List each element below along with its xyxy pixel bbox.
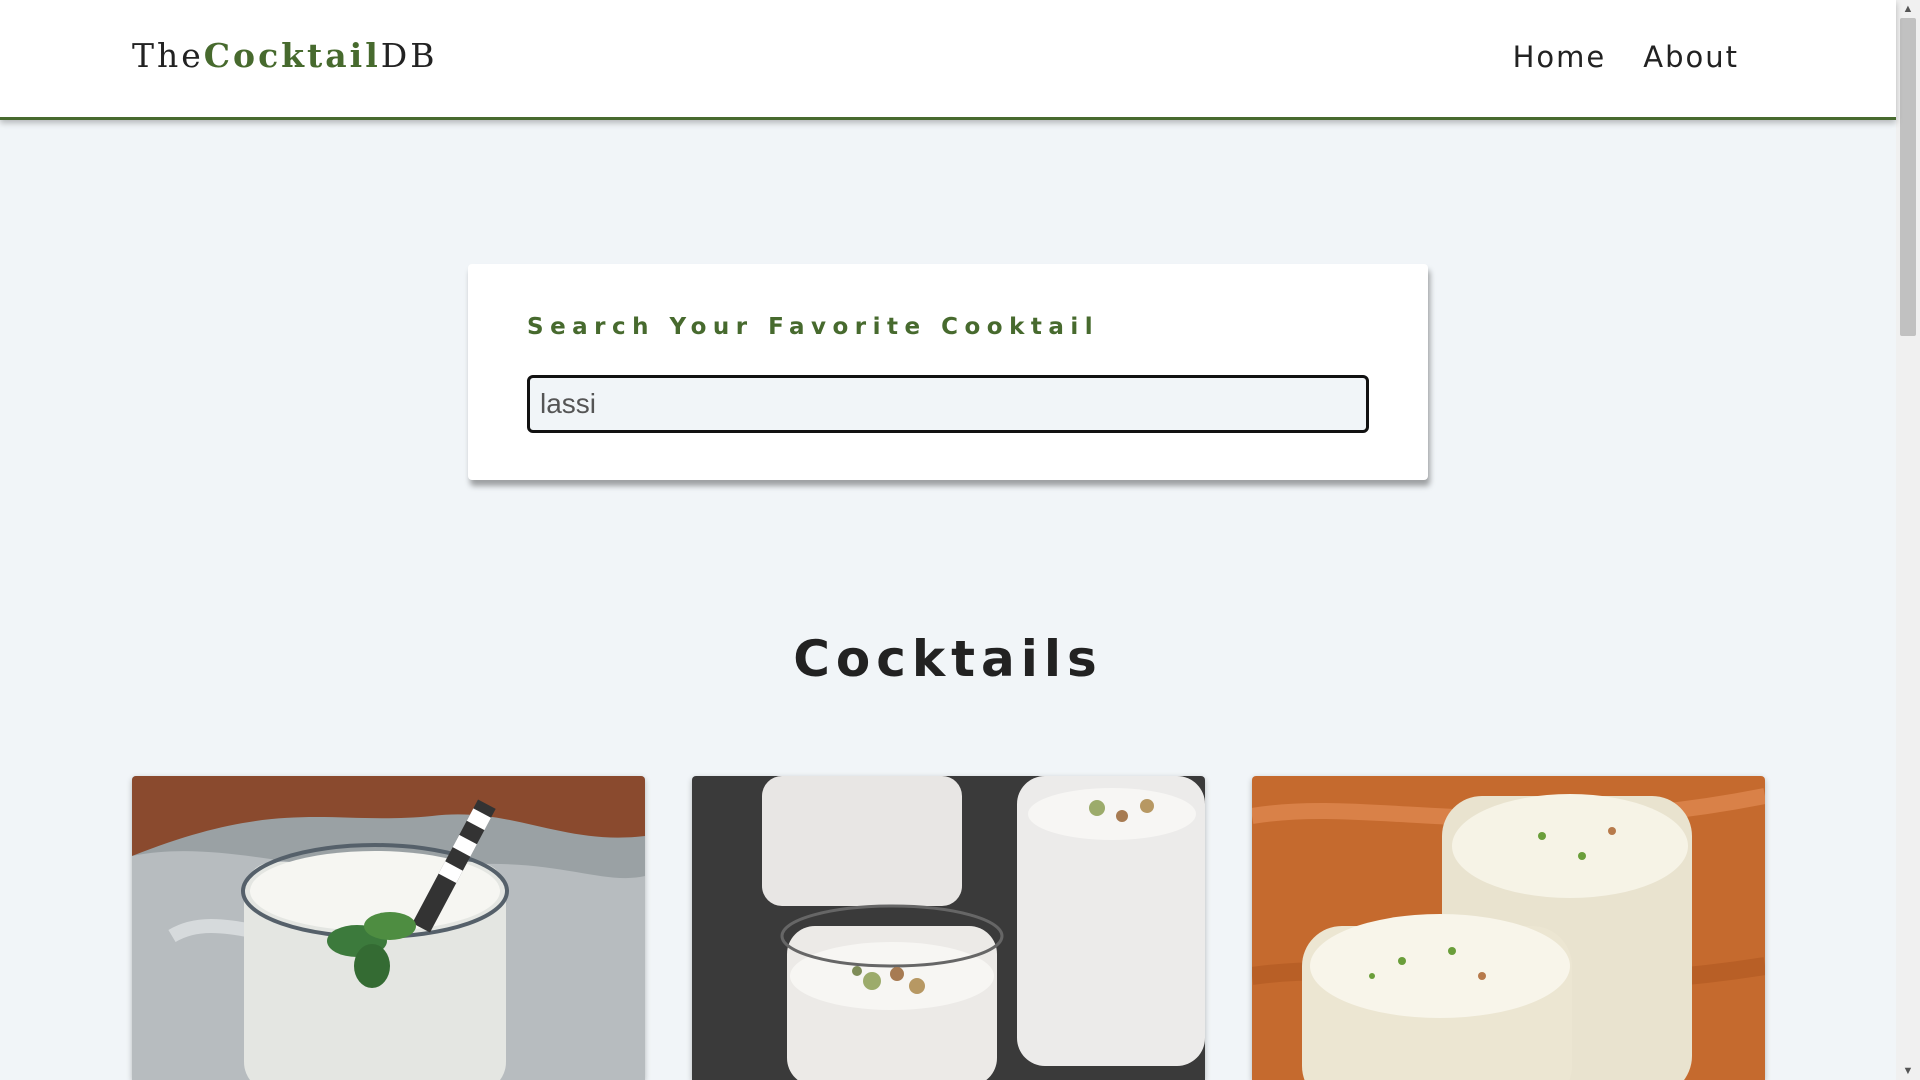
cocktail-card[interactable] — [1252, 776, 1765, 1080]
cocktail-card[interactable] — [132, 776, 645, 1080]
cocktail-image — [132, 776, 645, 1080]
logo-prefix: The — [132, 36, 204, 75]
vertical-scrollbar[interactable]: ▲ ▼ — [1896, 0, 1920, 1080]
nav-links: Home About — [1513, 40, 1739, 74]
nav-link-home[interactable]: Home — [1513, 40, 1607, 74]
scrollbar-thumb[interactable] — [1900, 18, 1916, 336]
search-form: Search Your Favorite Cooktail — [468, 264, 1428, 480]
cocktail-image — [692, 776, 1205, 1080]
cocktail-card[interactable] — [692, 776, 1205, 1080]
search-input[interactable] — [527, 375, 1369, 433]
search-label: Search Your Favorite Cooktail — [527, 314, 1100, 340]
cocktail-image — [1252, 776, 1765, 1080]
scroll-down-arrow-icon[interactable]: ▼ — [1896, 1062, 1920, 1080]
navbar: TheCocktailDB Home About — [0, 0, 1896, 120]
nav-link-about[interactable]: About — [1643, 40, 1739, 74]
scroll-up-arrow-icon[interactable]: ▲ — [1896, 0, 1920, 18]
logo-suffix: DB — [380, 36, 438, 75]
section-title: Cocktails — [793, 630, 1103, 688]
logo-accent: Cocktail — [203, 36, 381, 75]
site-logo[interactable]: TheCocktailDB — [132, 36, 437, 75]
